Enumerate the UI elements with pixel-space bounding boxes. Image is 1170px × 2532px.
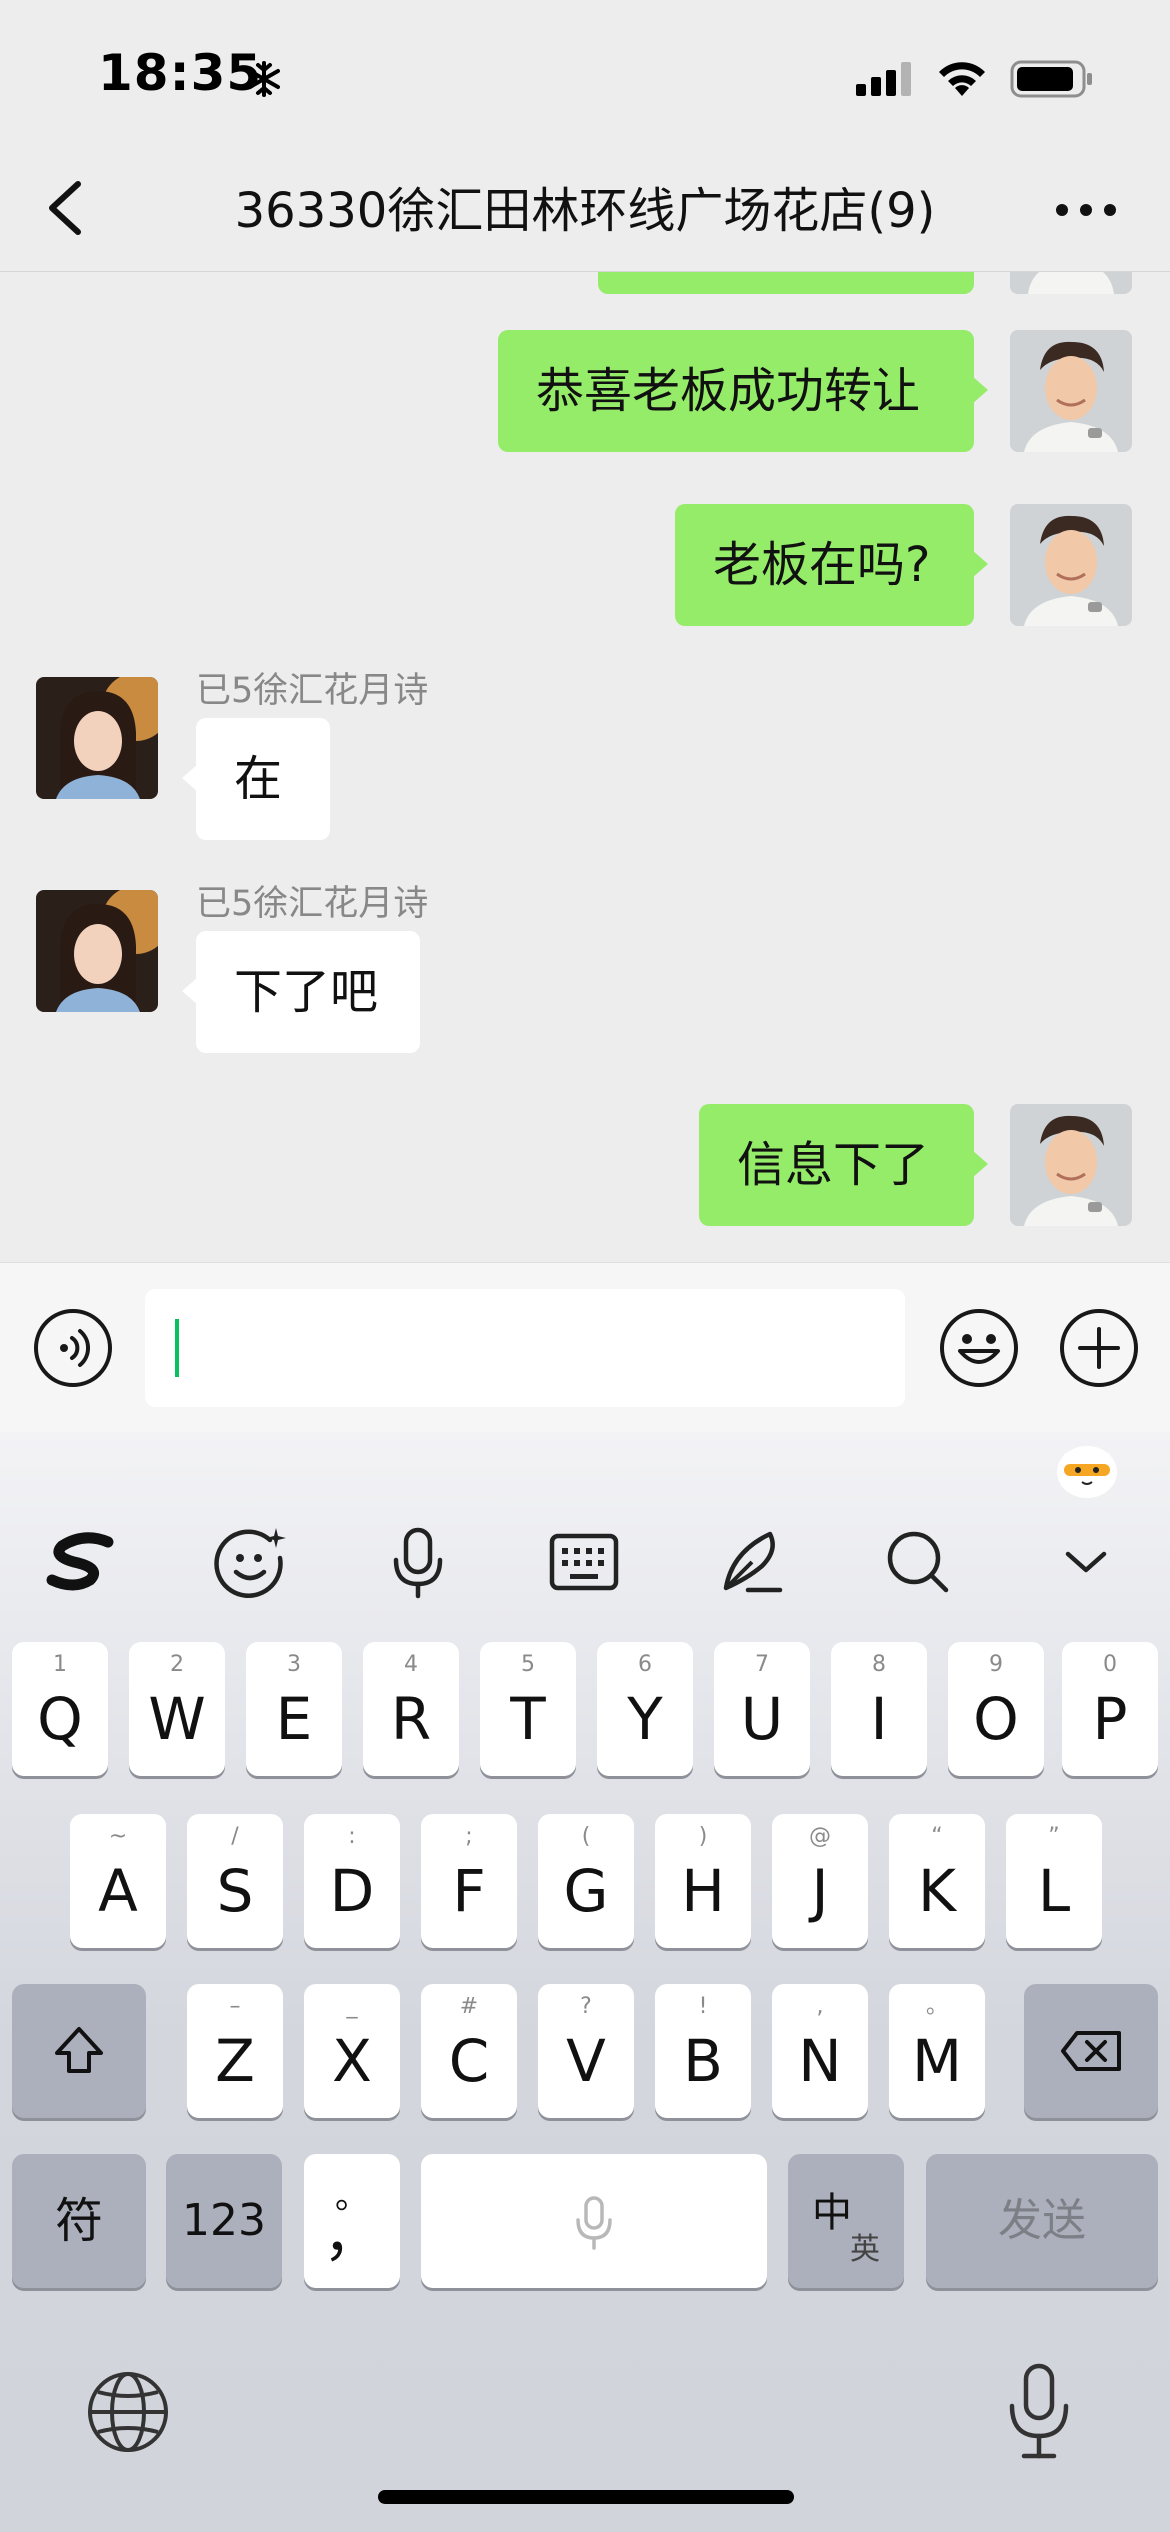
key-h[interactable]: ) H: [655, 1814, 751, 1948]
key-w[interactable]: 2W: [129, 1642, 225, 1776]
key-r[interactable]: 4R: [363, 1642, 459, 1776]
text-cursor: [175, 1319, 179, 1377]
my-avatar[interactable]: [1010, 1104, 1132, 1226]
chat-header: 36330徐汇田林环线广场花店(9): [0, 150, 1170, 272]
sogou-logo-icon[interactable]: [44, 1522, 124, 1602]
contact-avatar[interactable]: [36, 677, 158, 799]
wifi-icon: [939, 62, 985, 96]
key-v[interactable]: ? V: [538, 1984, 634, 2118]
snowflake-icon: [248, 61, 280, 97]
my-avatar[interactable]: [1010, 272, 1132, 294]
key-s[interactable]: / S: [187, 1814, 283, 1948]
more-options-icon[interactable]: [1050, 190, 1122, 230]
back-arrow-icon[interactable]: [38, 176, 94, 240]
emoji-icon[interactable]: [938, 1307, 1020, 1389]
key-l[interactable]: ” L: [1006, 1814, 1102, 1948]
backspace-key[interactable]: [1024, 1984, 1158, 2118]
key-o[interactable]: 9O: [948, 1642, 1044, 1776]
space-key[interactable]: [421, 2154, 767, 2288]
my-message-bubble[interactable]: 恭喜老板成功转让: [498, 330, 988, 452]
sender-name: 已5徐汇花月诗: [196, 671, 429, 711]
key-j[interactable]: @ J: [772, 1814, 868, 1948]
search-icon[interactable]: [878, 1522, 958, 1602]
key-x[interactable]: _ X: [304, 1984, 400, 2118]
backspace-icon: [1061, 2031, 1121, 2071]
contact-message-bubble[interactable]: 在: [182, 718, 330, 840]
my-avatar[interactable]: [1010, 504, 1132, 626]
key-f[interactable]: ; F: [421, 1814, 517, 1948]
key-g[interactable]: (G: [538, 1814, 634, 1948]
collapse-keyboard-icon[interactable]: [1046, 1522, 1126, 1602]
key-n[interactable]: ,N: [772, 1984, 868, 2118]
my-message-bubble[interactable]: 老板在吗?: [675, 504, 988, 626]
key-i[interactable]: 8I: [831, 1642, 927, 1776]
cellular-signal-icon: [856, 62, 911, 96]
handwriting-pen-icon[interactable]: [712, 1522, 792, 1602]
status-time: 18:35: [98, 44, 263, 102]
numbers-key[interactable]: 123: [166, 2154, 282, 2288]
microphone-icon[interactable]: [378, 1522, 458, 1602]
plus-icon[interactable]: [1058, 1307, 1140, 1389]
shift-key[interactable]: [12, 1984, 146, 2118]
previous-message-bubble[interactable]: [598, 272, 974, 294]
key-k[interactable]: “K: [889, 1814, 985, 1948]
emoji-panel-icon[interactable]: [210, 1522, 290, 1602]
key-q[interactable]: 1Q: [12, 1642, 108, 1776]
message-input[interactable]: [145, 1289, 905, 1407]
contact-avatar[interactable]: [36, 890, 158, 1012]
my-message-bubble[interactable]: 信息下了: [699, 1104, 988, 1226]
key-a[interactable]: ~ A: [70, 1814, 166, 1948]
dictation-microphone-icon[interactable]: [1004, 2362, 1074, 2462]
globe-icon[interactable]: [84, 2368, 172, 2456]
keyboard-mascot-icon[interactable]: [1054, 1438, 1120, 1500]
key-m[interactable]: 。 M: [889, 1984, 985, 2118]
message-input-bar: [0, 1262, 1170, 1432]
keyboard-layout-icon[interactable]: [544, 1522, 624, 1602]
status-bar: 18:35: [0, 0, 1170, 150]
key-e[interactable]: 3E: [246, 1642, 342, 1776]
key-d[interactable]: :D: [304, 1814, 400, 1948]
key-u[interactable]: 7U: [714, 1642, 810, 1776]
my-avatar[interactable]: [1010, 330, 1132, 452]
home-indicator: [378, 2490, 794, 2504]
voice-input-icon[interactable]: [32, 1307, 114, 1389]
battery-icon: [1010, 60, 1092, 98]
message-list[interactable]: 恭喜老板成功转让 老板在吗? 已5徐汇花月诗 在 已5徐汇花月诗 下了吧 信息下…: [0, 272, 1170, 1262]
chat-title: 36330徐汇田林环线广场花店(9): [234, 183, 936, 239]
sender-name: 已5徐汇花月诗: [196, 884, 429, 924]
microphone-icon: [576, 2196, 612, 2250]
punctuation-key[interactable]: 。 ，: [304, 2154, 400, 2288]
key-b[interactable]: ! B: [655, 1984, 751, 2118]
key-y[interactable]: 6Y: [597, 1642, 693, 1776]
shift-icon: [55, 2027, 103, 2073]
key-t[interactable]: 5T: [480, 1642, 576, 1776]
key-c[interactable]: # C: [421, 1984, 517, 2118]
send-key[interactable]: 发送: [926, 2154, 1158, 2288]
language-switch-key[interactable]: 中 英: [788, 2154, 904, 2288]
key-p[interactable]: 0P: [1062, 1642, 1158, 1776]
symbols-key[interactable]: 符: [12, 2154, 146, 2288]
key-z[interactable]: – Z: [187, 1984, 283, 2118]
contact-message-bubble[interactable]: 下了吧: [182, 931, 420, 1053]
